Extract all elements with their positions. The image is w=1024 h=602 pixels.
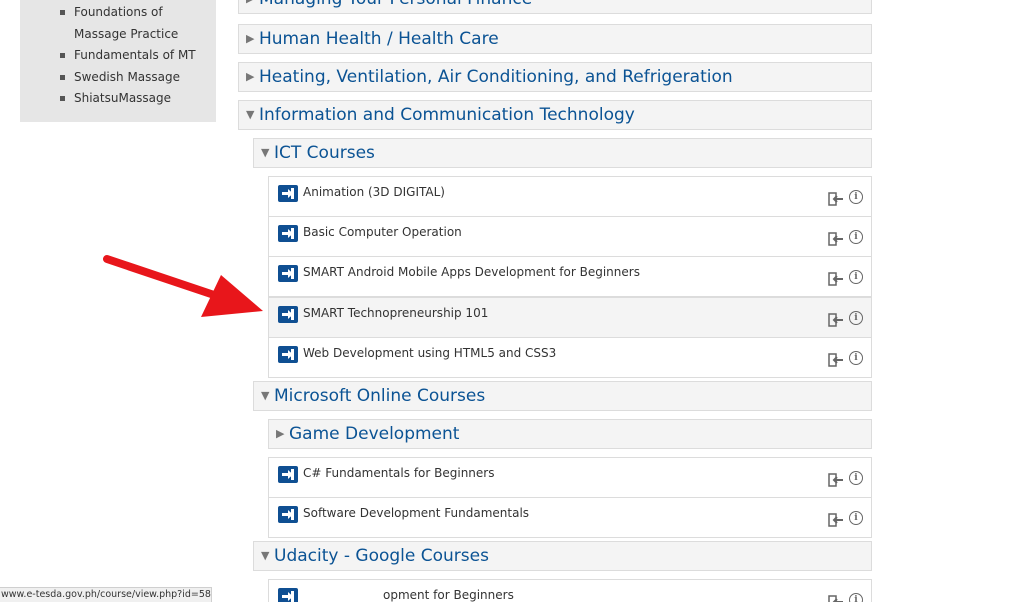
category-label: Game Development bbox=[289, 424, 460, 444]
self-enrol-icon[interactable] bbox=[828, 352, 844, 371]
course-row-technopreneurship[interactable]: SMART Technopreneurship 101 i bbox=[268, 297, 872, 338]
expanded-triangle-icon: ▼ bbox=[261, 549, 270, 562]
course-row-csharp[interactable]: C# Fundamentals for Beginners i bbox=[268, 457, 872, 498]
collapsed-triangle-icon: ▶ bbox=[246, 32, 255, 45]
collapsed-triangle-icon: ▶ bbox=[276, 427, 285, 440]
course-icon bbox=[278, 466, 298, 483]
course-icon bbox=[278, 588, 298, 602]
category-microsoft[interactable]: ▼ Microsoft Online Courses bbox=[253, 381, 872, 411]
category-hvac[interactable]: ▶ Heating, Ventilation, Air Conditioning… bbox=[238, 62, 872, 92]
info-icon[interactable]: i bbox=[849, 311, 863, 325]
course-name-link[interactable]: C# Fundamentals for Beginners bbox=[303, 466, 494, 480]
course-icon bbox=[278, 346, 298, 363]
course-name-link[interactable]: Animation (3D DIGITAL) bbox=[303, 185, 445, 199]
info-icon[interactable]: i bbox=[849, 230, 863, 244]
self-enrol-icon[interactable] bbox=[828, 594, 844, 602]
info-icon[interactable]: i bbox=[849, 511, 863, 525]
self-enrol-icon[interactable] bbox=[828, 312, 844, 331]
course-name-link[interactable]: Web Development using HTML5 and CSS3 bbox=[303, 346, 556, 360]
course-name-link[interactable]: opment for Beginners bbox=[383, 588, 514, 602]
category-label: Managing Your Personal Finance bbox=[259, 0, 532, 9]
collapsed-triangle-icon: ▶ bbox=[246, 0, 254, 13]
red-arrow-annotation-icon bbox=[103, 255, 263, 317]
info-icon[interactable]: i bbox=[849, 593, 863, 602]
category-label: Udacity - Google Courses bbox=[274, 546, 489, 566]
course-icon bbox=[278, 225, 298, 242]
course-row-software-dev[interactable]: Software Development Fundamentals i bbox=[268, 497, 872, 538]
info-icon[interactable]: i bbox=[849, 270, 863, 284]
sidebar-course-list-block: Foundations of Massage Practice Fundamen… bbox=[20, 0, 216, 122]
category-label: Human Health / Health Care bbox=[259, 29, 499, 49]
expanded-triangle-icon: ▼ bbox=[261, 146, 270, 159]
course-icon bbox=[278, 306, 298, 323]
collapsed-triangle-icon: ▶ bbox=[246, 70, 255, 83]
sidebar-item-fundamentals[interactable]: Fundamentals of MT bbox=[60, 45, 196, 67]
course-icon bbox=[278, 506, 298, 523]
course-row-web-dev[interactable]: Web Development using HTML5 and CSS3 i bbox=[268, 337, 872, 378]
course-name-link[interactable]: Software Development Fundamentals bbox=[303, 506, 529, 520]
self-enrol-icon[interactable] bbox=[828, 231, 844, 250]
sidebar-item-foundations[interactable]: Foundations of Massage Practice bbox=[60, 2, 180, 45]
course-name-link[interactable]: SMART Android Mobile Apps Development fo… bbox=[303, 265, 640, 279]
info-icon[interactable]: i bbox=[849, 190, 863, 204]
category-managing-finance[interactable]: ▶ Managing Your Personal Finance bbox=[238, 0, 872, 14]
category-label: Heating, Ventilation, Air Conditioning, … bbox=[259, 67, 733, 87]
category-label: Information and Communication Technology bbox=[259, 105, 635, 125]
category-label: Microsoft Online Courses bbox=[274, 386, 486, 406]
course-icon bbox=[278, 265, 298, 282]
self-enrol-icon[interactable] bbox=[828, 191, 844, 210]
self-enrol-icon[interactable] bbox=[828, 271, 844, 290]
self-enrol-icon[interactable] bbox=[828, 512, 844, 531]
sidebar-course-list: Foundations of Massage Practice Fundamen… bbox=[60, 2, 196, 110]
expanded-triangle-icon: ▼ bbox=[246, 108, 255, 121]
category-ict-courses[interactable]: ▼ ICT Courses bbox=[253, 138, 872, 168]
status-bar-url: www.e-tesda.gov.ph/course/view.php?id=58 bbox=[0, 587, 212, 602]
category-game-dev[interactable]: ▶ Game Development bbox=[268, 419, 872, 449]
self-enrol-icon[interactable] bbox=[828, 472, 844, 491]
expanded-triangle-icon: ▼ bbox=[261, 389, 270, 402]
course-icon bbox=[278, 185, 298, 202]
info-icon[interactable]: i bbox=[849, 471, 863, 485]
course-row-android[interactable]: SMART Android Mobile Apps Development fo… bbox=[268, 256, 872, 297]
category-ict[interactable]: ▼ Information and Communication Technolo… bbox=[238, 100, 872, 130]
category-udacity[interactable]: ▼ Udacity - Google Courses bbox=[253, 541, 872, 571]
category-human-health[interactable]: ▶ Human Health / Health Care bbox=[238, 24, 872, 54]
sidebar-item-shiatsu[interactable]: ShiatsuMassage bbox=[60, 88, 196, 110]
course-row-partial[interactable]: opment for Beginners i bbox=[268, 579, 872, 602]
course-name-link[interactable]: Basic Computer Operation bbox=[303, 225, 462, 239]
course-name-link[interactable]: SMART Technopreneurship 101 bbox=[303, 306, 488, 320]
category-label: ICT Courses bbox=[274, 143, 375, 163]
course-row-basic-computer[interactable]: Basic Computer Operation i bbox=[268, 216, 872, 257]
sidebar-item-swedish[interactable]: Swedish Massage bbox=[60, 67, 196, 89]
course-row-animation[interactable]: Animation (3D DIGITAL) i bbox=[268, 176, 872, 217]
info-icon[interactable]: i bbox=[849, 351, 863, 365]
